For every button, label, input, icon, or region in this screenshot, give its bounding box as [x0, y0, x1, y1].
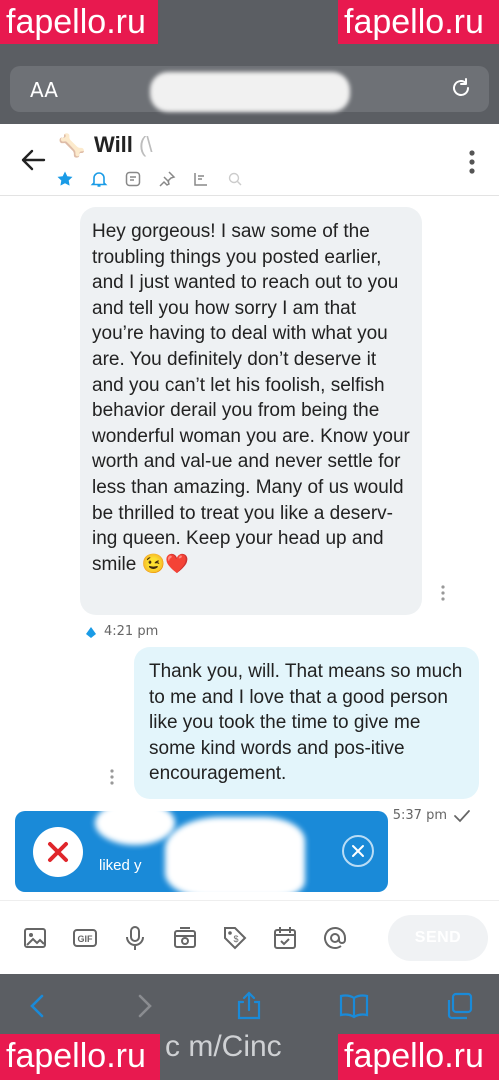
pin-icon[interactable] — [158, 170, 176, 188]
url-text-redacted — [150, 72, 350, 112]
share-icon[interactable] — [233, 990, 265, 1022]
watermark-bottom-left: fapello.ru — [0, 1034, 160, 1080]
notification-close-button[interactable] — [342, 835, 374, 867]
message-options-icon[interactable] — [110, 769, 114, 785]
camera-icon[interactable] — [172, 925, 198, 951]
reader-options-button[interactable]: AA — [30, 78, 58, 102]
watermark-top-right: fapello.ru — [338, 0, 499, 44]
outgoing-time-text: 5:37 pm — [392, 808, 447, 823]
back-arrow-icon[interactable] — [20, 148, 46, 172]
composer-tools: GIF $ — [22, 925, 348, 951]
incoming-message-time: 4:21 pm — [84, 624, 158, 639]
outgoing-message-bubble[interactable]: Thank you, will. That means so much to m… — [134, 647, 479, 799]
address-bar[interactable]: AA — [10, 66, 489, 112]
calendar-icon[interactable] — [272, 925, 298, 951]
notification-avatar — [33, 827, 83, 877]
check-icon — [454, 809, 470, 822]
like-notification-toast[interactable]: liked y — [15, 811, 388, 892]
message-composer: GIF $ SEND — [0, 900, 499, 974]
browser-forward-icon[interactable] — [128, 990, 160, 1022]
svg-text:$: $ — [233, 934, 238, 944]
message-options-icon[interactable] — [441, 585, 445, 601]
search-icon[interactable] — [226, 170, 244, 188]
microphone-icon[interactable] — [122, 925, 148, 951]
svg-text:GIF: GIF — [78, 934, 94, 944]
incoming-time-text: 4:21 pm — [104, 624, 159, 639]
watermark-top-left: fapello.ru — [0, 0, 158, 44]
close-icon — [352, 845, 364, 857]
gif-icon[interactable]: GIF — [72, 925, 98, 951]
watermark-bottom-right: fapello.ru — [338, 1034, 499, 1080]
star-icon[interactable] — [56, 170, 74, 188]
tabs-icon[interactable] — [444, 990, 476, 1022]
chat-contact-name[interactable]: Will (\ — [94, 132, 153, 158]
bottom-url-watermark: c m/Cinc — [165, 1030, 282, 1063]
media-icon[interactable] — [192, 170, 210, 188]
bell-icon[interactable] — [90, 170, 108, 188]
more-options-icon[interactable] — [469, 150, 475, 174]
redaction-blob — [165, 817, 305, 892]
send-button[interactable]: SEND — [388, 915, 488, 961]
redaction-blob — [95, 811, 175, 845]
reload-icon[interactable] — [449, 76, 473, 100]
seen-icon — [86, 626, 96, 638]
image-icon[interactable] — [22, 925, 48, 951]
bone-icon: 🦴 — [58, 134, 86, 159]
note-icon[interactable] — [124, 170, 142, 188]
notification-text: liked y — [99, 857, 142, 874]
outgoing-message-time: 5:37 pm — [393, 808, 471, 823]
browser-back-icon[interactable] — [22, 990, 54, 1022]
mention-icon[interactable] — [322, 925, 348, 951]
bookmarks-icon[interactable] — [338, 990, 370, 1022]
incoming-message-bubble[interactable]: Hey gorgeous! I saw some of the troublin… — [80, 207, 422, 615]
price-tag-icon[interactable]: $ — [222, 925, 248, 951]
browser-toolbar: AA — [0, 52, 499, 124]
header-action-icons — [56, 168, 244, 190]
close-x-icon — [48, 842, 68, 862]
chat-header: 🦴 Will (\ — [0, 124, 499, 196]
